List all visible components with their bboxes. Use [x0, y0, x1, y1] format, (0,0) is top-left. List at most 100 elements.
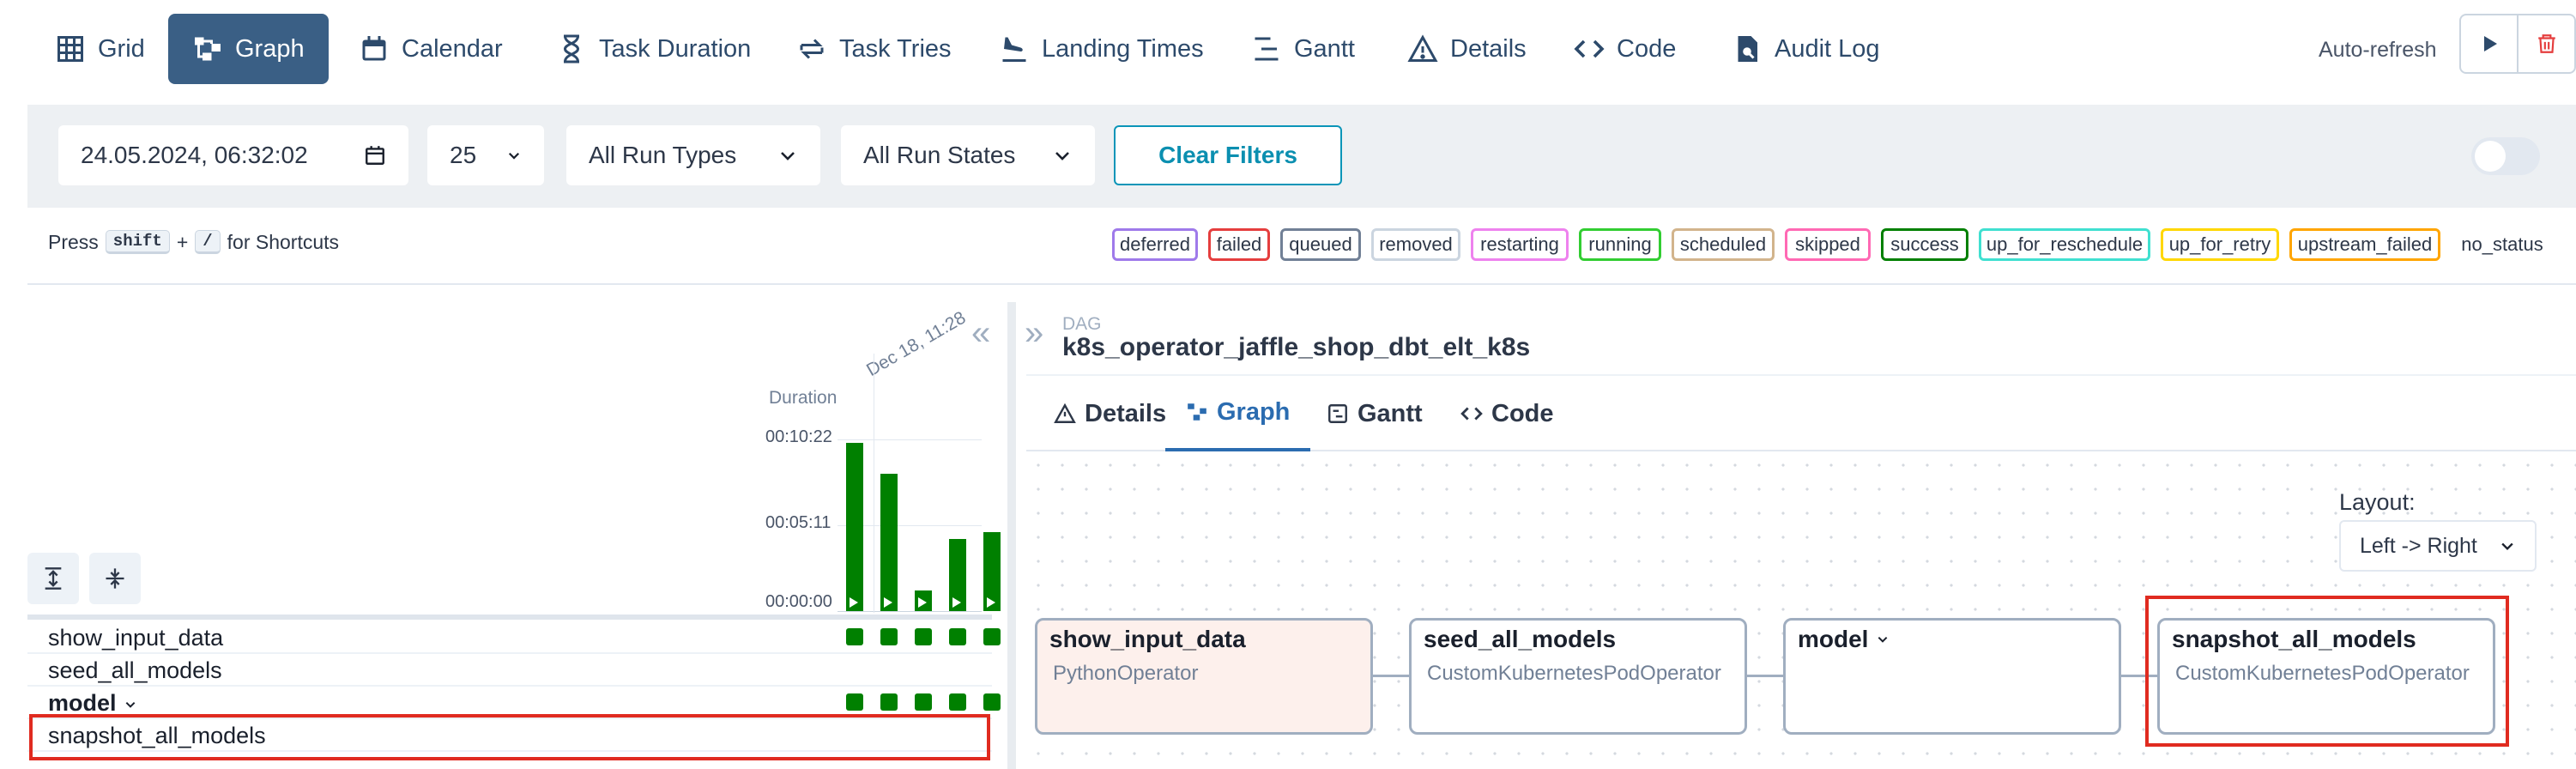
collapse-all-button[interactable] [89, 553, 141, 604]
collapse-grid-button[interactable]: « [971, 314, 990, 353]
expand-details-button[interactable]: » [1025, 314, 1043, 353]
node-title: seed_all_models [1424, 626, 1617, 652]
run-duration-bar[interactable] [949, 539, 966, 611]
auto-refresh-toggle[interactable] [2471, 137, 2540, 175]
node-title: model [1798, 626, 1890, 653]
nav-landing-times[interactable]: Landing Times [975, 14, 1228, 84]
nav-calendar-label: Calendar [402, 34, 503, 63]
legend-up-for-retry[interactable]: up_for_retry [2161, 228, 2279, 261]
node-title-text: model [1798, 626, 1869, 652]
filter-bar: 24.05.2024, 06:32:02 25 All Run Types Al… [27, 105, 2576, 208]
nav-graph[interactable]: Graph [168, 14, 329, 84]
task-name: seed_all_models [48, 657, 222, 683]
task-row-seed-all-models[interactable]: seed_all_models [27, 654, 992, 687]
nav-task-duration[interactable]: Task Duration [532, 14, 775, 84]
graph-node-seed-all-models[interactable]: seed_all_models CustomKubernetesPodOpera… [1409, 618, 1747, 735]
layout-select[interactable]: Left -> Right [2339, 520, 2537, 572]
play-icon [952, 597, 961, 608]
nav-grid[interactable]: Grid [31, 14, 169, 84]
nav-audit-log-label: Audit Log [1775, 34, 1880, 63]
expand-all-button[interactable] [27, 553, 79, 604]
duration-baseline [838, 611, 982, 612]
panel-resize-handle[interactable] [1007, 302, 1016, 769]
tab-graph[interactable]: Graph [1165, 376, 1311, 451]
duration-gridline [838, 439, 982, 440]
expand-vertical-icon [45, 567, 62, 590]
run-duration-bar[interactable] [915, 590, 932, 611]
nav-code[interactable]: Code [1550, 14, 1700, 84]
task-instance-cell[interactable] [846, 628, 863, 645]
trigger-dag-button[interactable] [2461, 15, 2517, 72]
nav-details[interactable]: Details [1383, 14, 1551, 84]
legend-queued[interactable]: queued [1280, 228, 1361, 261]
warning-triangle-icon [1054, 403, 1076, 423]
base-date-input[interactable]: 24.05.2024, 06:32:02 [58, 125, 408, 185]
legend-up-for-reschedule[interactable]: up_for_reschedule [1979, 228, 2150, 261]
layout-label: Layout: [2339, 489, 2416, 515]
num-runs-select[interactable]: 25 [427, 125, 544, 185]
run-duration-bar[interactable] [880, 474, 898, 611]
dag-actions [2459, 14, 2576, 74]
task-instance-cell[interactable] [846, 693, 863, 711]
graph-node-model-group[interactable]: model [1783, 618, 2121, 735]
task-instance-cell[interactable] [915, 628, 932, 645]
legend-removed[interactable]: removed [1371, 228, 1460, 261]
run-type-select[interactable]: All Run Types [566, 125, 820, 185]
nav-audit-log[interactable]: Audit Log [1708, 14, 1904, 84]
legend-success[interactable]: success [1881, 228, 1968, 261]
plane-landing-icon [1002, 37, 1026, 62]
play-icon [850, 597, 858, 608]
task-instance-cell[interactable] [983, 693, 1001, 711]
chevron-down-icon[interactable] [1875, 633, 1890, 645]
tab-gantt-label: Gantt [1358, 399, 1423, 427]
run-duration-bar[interactable] [846, 443, 863, 611]
run-duration-bar[interactable] [983, 532, 1001, 611]
nav-graph-label: Graph [235, 34, 305, 63]
legend-deferred[interactable]: deferred [1112, 228, 1198, 261]
dag-name: k8s_operator_jaffle_shop_dbt_elt_k8s [1062, 333, 1531, 361]
duration-axis-label: Duration [769, 388, 838, 408]
calendar-icon [362, 36, 386, 61]
highlight-box-snapshot-node [2145, 596, 2509, 747]
code-icon [1460, 407, 1483, 421]
chevron-down-icon [1055, 152, 1069, 160]
task-instance-cell[interactable] [880, 628, 898, 645]
nav-calendar[interactable]: Calendar [335, 14, 527, 84]
legend-restarting[interactable]: restarting [1471, 228, 1569, 261]
legend-failed[interactable]: failed [1208, 228, 1270, 261]
chevron-down-icon [781, 152, 795, 160]
graph-edge [1747, 675, 1783, 677]
task-instance-cell[interactable] [880, 693, 898, 711]
tab-details-label: Details [1085, 399, 1167, 427]
task-instance-cell[interactable] [949, 693, 966, 711]
grid-icon [57, 36, 83, 62]
calendar-picker-icon[interactable] [364, 144, 386, 167]
delete-dag-button[interactable] [2517, 15, 2574, 72]
tab-details[interactable]: Details [1033, 376, 1187, 451]
legend-skipped[interactable]: skipped [1785, 228, 1871, 261]
legend-scheduled[interactable]: scheduled [1672, 228, 1775, 261]
task-instance-cell[interactable] [949, 628, 966, 645]
duration-tick-zero: 00:00:00 [765, 592, 832, 611]
play-icon [884, 597, 892, 608]
gantt-icon [1328, 404, 1347, 423]
legend-upstream-failed[interactable]: upstream_failed [2289, 228, 2440, 261]
task-instance-cell[interactable] [915, 693, 932, 711]
nav-landing-times-label: Landing Times [1042, 34, 1204, 63]
task-name: show_input_data [48, 625, 224, 651]
auto-refresh-label: Auto-refresh [2319, 38, 2437, 62]
clear-filters-button[interactable]: Clear Filters [1114, 125, 1342, 185]
tab-gantt[interactable]: Gantt [1306, 376, 1443, 451]
graph-node-show-input-data[interactable]: show_input_data PythonOperator [1035, 618, 1373, 735]
task-row-show-input-data[interactable]: show_input_data [27, 621, 1001, 654]
legend-no-status[interactable]: no_status [2451, 228, 2554, 261]
node-title: show_input_data [1049, 626, 1246, 652]
chevron-down-icon[interactable] [123, 699, 138, 711]
tab-code[interactable]: Code [1440, 376, 1575, 451]
nav-details-label: Details [1450, 34, 1527, 63]
nav-gantt[interactable]: Gantt [1227, 14, 1379, 84]
legend-running[interactable]: running [1579, 228, 1661, 261]
nav-task-tries[interactable]: Task Tries [772, 14, 976, 84]
run-state-select[interactable]: All Run States [841, 125, 1095, 185]
task-instance-cell[interactable] [983, 628, 1001, 645]
